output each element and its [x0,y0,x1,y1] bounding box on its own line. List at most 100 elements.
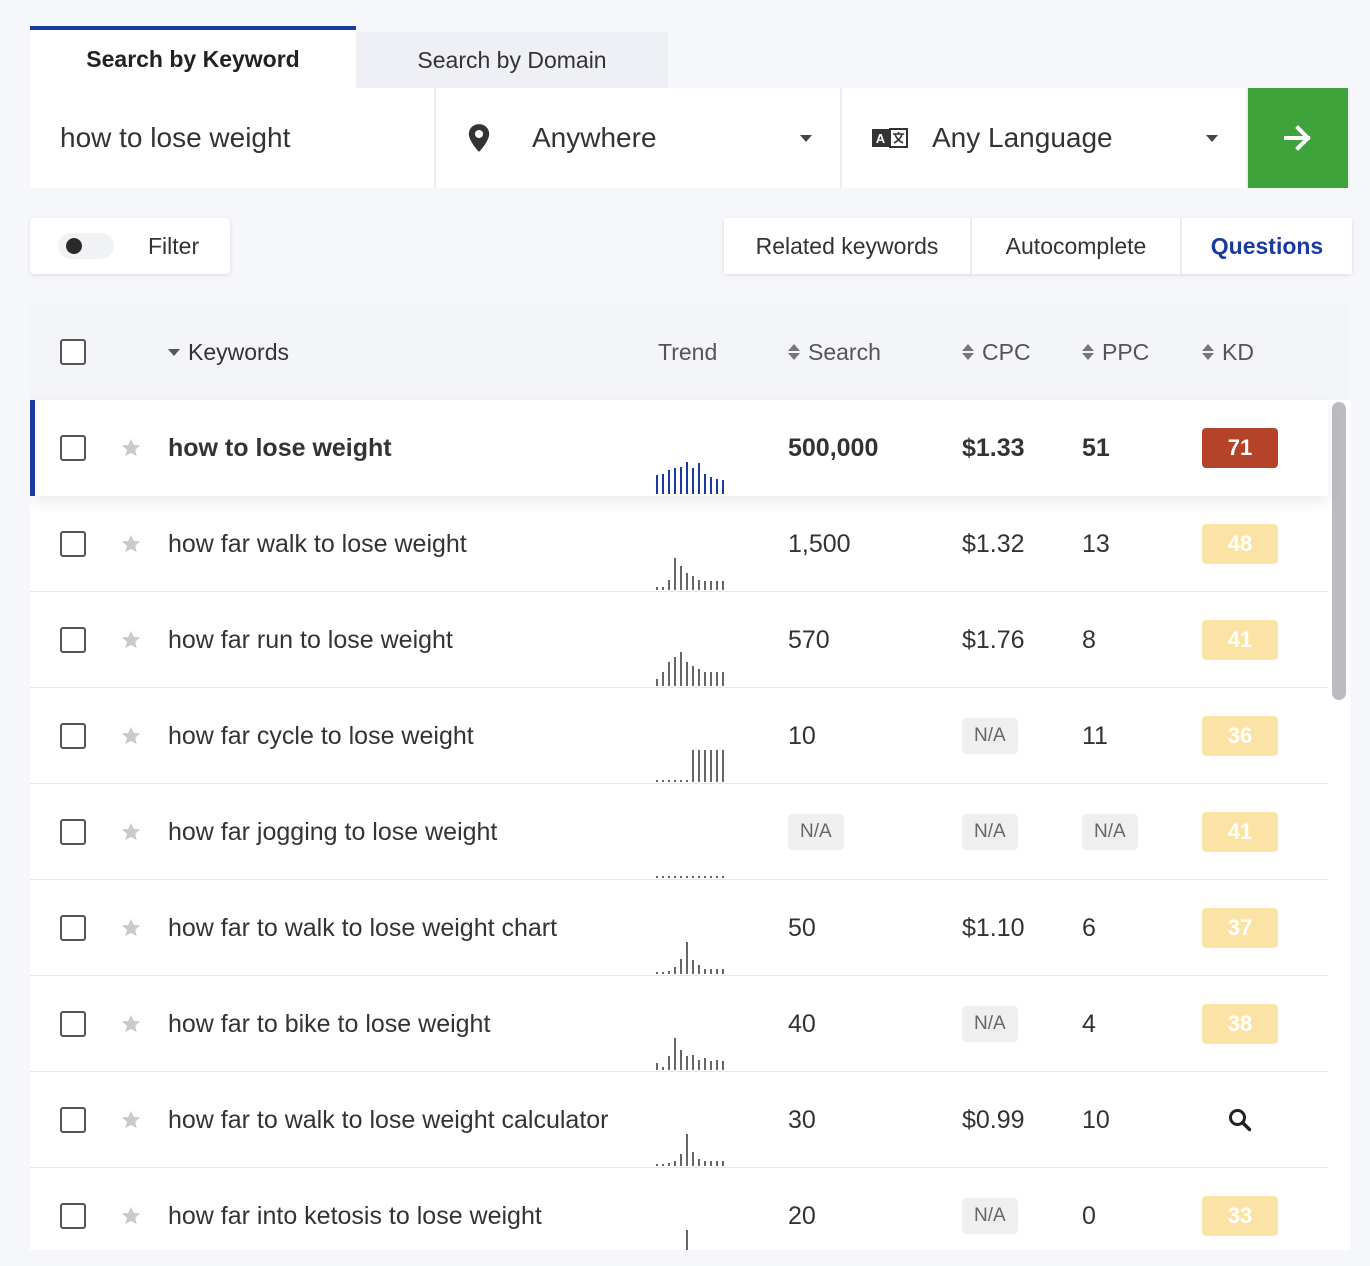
keyword-cell[interactable]: how far into ketosis to lose weight [168,1168,628,1250]
table-row[interactable]: how far into ketosis to lose weight 20 N/A… [30,1168,1328,1250]
table-scrollbar[interactable] [1330,402,1348,1250]
ppc-cell: 6 [1082,880,1096,976]
trend-bar [662,972,664,974]
kd-badge[interactable]: 71 [1202,428,1278,468]
star-icon[interactable] [120,1168,142,1250]
row-checkbox-cell [60,688,86,784]
star-icon[interactable] [120,976,142,1072]
column-ppc[interactable]: PPC [1082,304,1149,400]
search-volume-cell: 50 [788,880,816,976]
row-checkbox[interactable] [60,1011,86,1037]
star-icon[interactable] [120,592,142,688]
kd-badge[interactable]: 36 [1202,716,1278,756]
trend-sparkline [656,1030,746,1070]
trend-bar [710,750,712,782]
row-checkbox[interactable] [60,1107,86,1133]
star-icon[interactable] [120,784,142,880]
select-all-checkbox[interactable] [60,339,86,365]
trend-bar [686,462,688,494]
table-row[interactable]: how far to bike to lose weight 40 N/A 4 38 [30,976,1328,1072]
svg-text:A: A [876,131,886,146]
keyword-cell[interactable]: how far to walk to lose weight chart [168,880,628,976]
trend-bar [668,1163,670,1166]
trend-bar [656,587,658,590]
star-icon[interactable] [120,400,142,496]
toggle-switch[interactable] [58,233,114,259]
trend-bar [680,1154,682,1166]
column-kd[interactable]: KD [1202,304,1254,400]
row-checkbox-cell [60,496,86,592]
star-icon[interactable] [120,880,142,976]
sort-icon [1202,344,1214,360]
language-select[interactable]: A Any Language [842,88,1246,188]
row-checkbox[interactable] [60,819,86,845]
star-icon[interactable] [120,688,142,784]
search-submit-button[interactable] [1248,88,1348,188]
star-icon[interactable] [120,496,142,592]
trend-bar [698,1159,700,1166]
trend-bar [710,876,712,878]
trend-sparkline [656,1222,746,1250]
tab-label: Search by Domain [417,46,607,73]
autocomplete-button[interactable]: Autocomplete [972,218,1180,274]
cpc-cell: N/A [962,976,1018,1072]
trend-bar [692,876,694,878]
search-volume-value: 500,000 [788,433,879,462]
cpc-value: $1.10 [962,913,1025,942]
chevron-down-icon [800,135,812,142]
trend-bar [722,581,724,590]
table-row[interactable]: how far to walk to lose weight calculato… [30,1072,1328,1168]
trend-bar [680,467,682,494]
tab-search-by-keyword[interactable]: Search by Keyword [30,26,356,88]
row-checkbox[interactable] [60,723,86,749]
filter-toggle[interactable]: Filter [30,218,230,274]
column-kd-label: KD [1222,338,1254,365]
kd-badge[interactable]: 37 [1202,908,1278,948]
trend-bar [722,876,724,878]
location-select[interactable]: Anywhere [436,88,840,188]
keyword-cell[interactable]: how to lose weight [168,400,628,496]
row-checkbox-cell [60,400,86,496]
row-checkbox[interactable] [60,627,86,653]
ppc-cell: 11 [1082,688,1108,784]
keyword-cell[interactable]: how far to bike to lose weight [168,976,628,1072]
keyword-cell[interactable]: how far jogging to lose weight [168,784,628,880]
table-row[interactable]: how to lose weight 500,000 $1.33 51 71 [30,400,1328,496]
kd-badge[interactable]: 41 [1202,812,1278,852]
table-row[interactable]: how far jogging to lose weight N/A N/A N/A 4… [30,784,1328,880]
table-row[interactable]: how far walk to lose weight 1,500 $1.32 13 4… [30,496,1328,592]
ppc-value: 11 [1082,721,1108,750]
scrollbar-thumb[interactable] [1332,402,1346,700]
row-checkbox[interactable] [60,531,86,557]
column-search[interactable]: Search [788,304,881,400]
trend-bar [674,1038,676,1070]
keyword-input[interactable]: how to lose weight [30,88,434,188]
column-keywords[interactable]: Keywords [168,304,289,400]
kd-badge[interactable]: 41 [1202,620,1278,660]
cpc-value: $0.99 [962,1105,1025,1134]
questions-button[interactable]: Questions [1182,218,1352,274]
table-row[interactable]: how far run to lose weight 570 $1.76 8 41 [30,592,1328,688]
kd-badge[interactable]: 48 [1202,524,1278,564]
tab-search-by-domain[interactable]: Search by Domain [356,32,668,88]
row-checkbox[interactable] [60,1203,86,1229]
kd-badge[interactable]: 38 [1202,1004,1278,1044]
table-row[interactable]: how far cycle to lose weight 10 N/A 11 36 [30,688,1328,784]
keyword-cell[interactable]: how far cycle to lose weight [168,688,628,784]
keyword-cell[interactable]: how far to walk to lose weight calculato… [168,1072,628,1168]
trend-bar [674,558,676,590]
related-keywords-button[interactable]: Related keywords [724,218,970,274]
table-row[interactable]: how far to walk to lose weight chart 50 $1… [30,880,1328,976]
kd-badge[interactable]: 33 [1202,1196,1278,1236]
row-checkbox-cell [60,976,86,1072]
column-cpc-label: CPC [982,338,1031,365]
search-volume-cell: 40 [788,976,816,1072]
trend-bar [674,780,676,782]
row-checkbox[interactable] [60,915,86,941]
row-checkbox[interactable] [60,435,86,461]
search-icon[interactable] [1202,1107,1278,1133]
column-cpc[interactable]: CPC [962,304,1031,400]
keyword-cell[interactable]: how far walk to lose weight [168,496,628,592]
star-icon[interactable] [120,1072,142,1168]
keyword-cell[interactable]: how far run to lose weight [168,592,628,688]
